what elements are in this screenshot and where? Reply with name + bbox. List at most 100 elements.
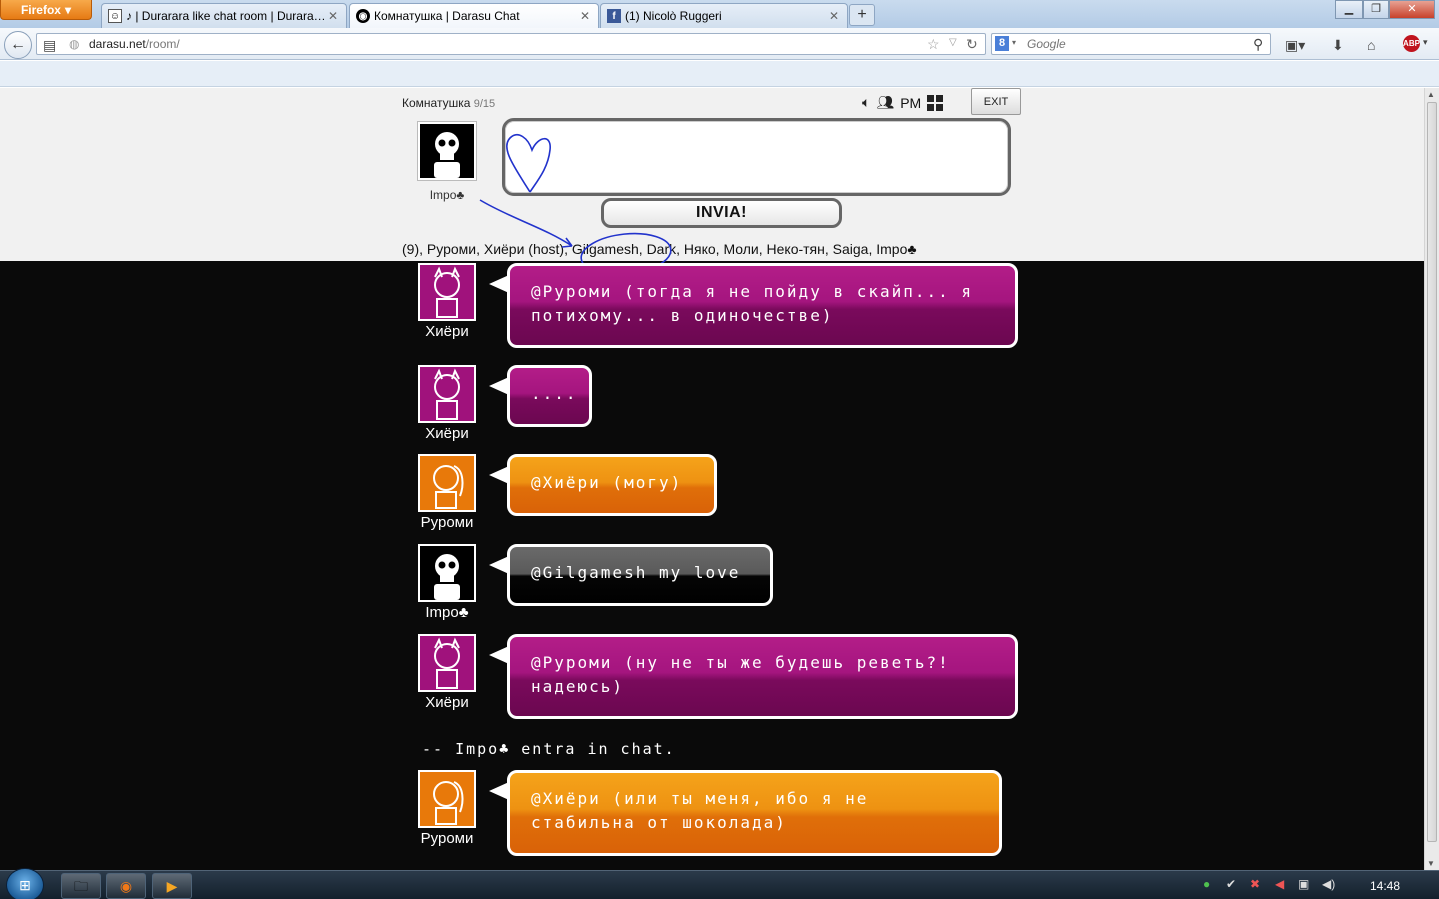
message-bubble: @Gilgamesh my love [507,544,773,606]
firefox-taskbar-icon[interactable]: ◉ [106,873,146,899]
message-input[interactable] [513,127,1003,187]
tab-facebook[interactable]: f (1) Nicolò Ruggeri ✕ [600,3,848,28]
bubble-tail [489,646,509,664]
network-icon[interactable]: ▣ [1298,877,1309,891]
durarara-favicon-icon: ☺ [108,9,122,23]
explorer-taskbar-icon[interactable]: 🗀︎ [61,873,101,899]
user-avatar [418,770,476,828]
bubble-tail [489,556,509,574]
room-header: Комнатушка 9/15 🔈︎ 👥︎ PM EXIT Impo♣ INVI… [0,88,1424,261]
scrollbar-thumb[interactable] [1427,102,1437,842]
tray-app-icon[interactable]: ● [1203,877,1210,891]
room-user-count: 9/15 [473,98,496,110]
user-avatar [418,365,476,423]
scroll-down-icon[interactable]: ▼ [1427,859,1435,868]
firefox-menu-button[interactable]: Firefox ▾ [0,0,92,20]
darasu-favicon-icon: ◉ [356,9,370,23]
room-name: Комнатушка [402,96,471,110]
new-tab-button[interactable]: + [849,4,875,26]
girl-avatar-icon [434,368,460,420]
url-path: /room/ [145,37,180,51]
bookmarks-toolbar [0,61,1439,87]
tab-label: Комнатушка | Darasu Chat [374,9,520,23]
message-bubble: .... [507,365,592,427]
chevron-down-icon[interactable]: ▾ [1423,37,1428,48]
user-avatar [418,544,476,602]
navigation-bar: ← ▤ ◍ darasu.net/room/ ☆ ▽ ↻ 8 ▾ ⚲ ▣▾ ⬇ … [0,28,1439,60]
pm-button[interactable]: PM [900,95,921,111]
bubble-tail [489,377,509,395]
skull-icon [434,132,460,178]
tab-darasu-chat[interactable]: ◉ Комнатушка | Darasu Chat ✕ [349,3,599,28]
tray-check-icon[interactable]: ✔ [1226,877,1236,891]
system-notice: -- Impo♣ entra in chat. [422,740,676,758]
exit-button[interactable]: EXIT [971,88,1021,115]
chevron-down-icon: ▾ [64,2,72,17]
close-icon[interactable]: ✕ [326,9,340,23]
page-scrollbar[interactable]: ▲ ▼ [1424,88,1439,870]
firefox-menu-label: Firefox [20,2,61,17]
globe-icon: ◍ [69,37,80,51]
user-avatar [418,454,476,512]
facebook-favicon-icon: f [607,9,621,23]
send-button[interactable]: INVIA! [601,198,842,228]
home-icon[interactable]: ⌂ [1367,37,1375,53]
scroll-up-icon[interactable]: ▲ [1427,90,1435,99]
close-icon[interactable]: ✕ [578,9,592,23]
my-username: Impo♣ [429,188,465,202]
username: Impo♣ [425,604,469,621]
bookmarks-menu-icon[interactable]: ▣▾ [1285,37,1305,54]
url-bar[interactable]: ▤ ◍ darasu.net/room/ ☆ ▽ ↻ [36,33,986,55]
media-player-taskbar-icon[interactable]: ▶ [152,873,192,899]
girl-avatar-icon [434,637,460,689]
bubble-tail [489,275,509,293]
username: Хиёри [425,425,469,442]
user-list: (9), Руроми, Хиёри (host), Gilgamesh, Da… [402,241,917,257]
downloads-icon[interactable]: ⬇ [1332,37,1344,54]
message-bubble: @Руроми (тогда я не пойду в скайп... я п… [507,263,1018,348]
speaker-icon[interactable]: 🔈︎ [862,94,870,111]
back-button[interactable]: ← [4,31,32,59]
skull-icon [434,554,460,600]
users-icon[interactable]: 👥︎ [876,94,894,111]
bookmark-star-icon[interactable]: ☆ [927,36,940,53]
room-title: Комнатушка 9/15 [402,96,495,110]
chevron-down-icon[interactable]: ▾ [1012,38,1016,47]
tray-speaker-muted-icon[interactable]: ◀ [1275,877,1284,891]
clock[interactable]: 14:48 [1370,879,1400,893]
chevron-down-icon[interactable]: ▽ [949,37,957,48]
girl-avatar-icon [433,465,464,509]
message-bubble: @Хиёри (или ты меня, ибо я не стабильна … [507,770,1002,856]
search-bar[interactable]: 8 ▾ ⚲ [991,33,1271,55]
tab-durarara[interactable]: ☺ ♪ | Durarara like chat room | Durarara… [101,3,347,28]
search-icon[interactable]: ⚲ [1253,36,1263,53]
minimize-window-button[interactable]: ▁ [1335,0,1363,19]
username: Хиёри [425,694,469,711]
start-button[interactable]: ⊞ [6,868,44,899]
page-menu-icon[interactable]: ▤ [43,37,56,54]
bubble-tail [489,466,509,484]
maximize-window-button[interactable]: ❐ [1363,0,1389,19]
google-icon[interactable]: 8 [995,36,1009,51]
user-avatar [418,263,476,321]
tab-label: (1) Nicolò Ruggeri [625,9,722,23]
username: Руроми [420,830,474,847]
reload-icon[interactable]: ↻ [966,36,978,53]
url-text: darasu.net/room/ [89,37,180,51]
user-avatar [418,634,476,692]
close-icon[interactable]: ✕ [827,9,841,23]
grid-icon[interactable] [927,94,944,111]
username: Хиёри [425,323,469,340]
volume-icon[interactable]: ◀) [1322,877,1335,891]
message-bubble: @Хиёри (могу) [507,454,717,516]
search-input[interactable] [1027,37,1247,51]
tab-bar: Firefox ▾ ☺ ♪ | Durarara like chat room … [0,0,1439,28]
chat-page: Комнатушка 9/15 🔈︎ 👥︎ PM EXIT Impo♣ INVI… [0,88,1424,870]
url-host: darasu.net [89,37,146,51]
bubble-tail [489,782,509,800]
close-window-button[interactable]: ✕ [1389,0,1435,19]
message-box [502,118,1011,196]
network-warning-icon[interactable]: ✖ [1250,877,1260,891]
adblock-icon[interactable]: ABP [1403,35,1420,52]
my-avatar [418,122,476,180]
